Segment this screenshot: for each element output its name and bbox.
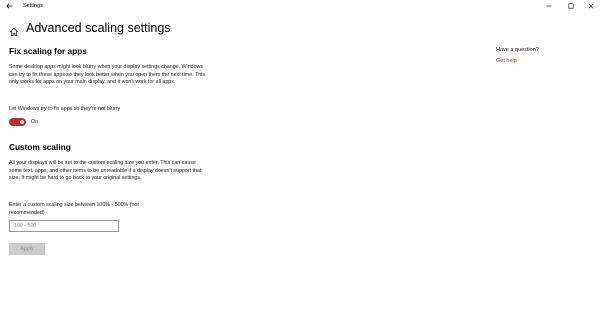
home-button[interactable] xyxy=(9,24,19,36)
arrow-left-icon xyxy=(5,3,12,9)
home-icon xyxy=(9,28,19,36)
apply-button[interactable]: Apply xyxy=(9,243,45,255)
settings-window: Settings Advanced scaling settings Fix s… xyxy=(0,0,600,322)
minimize-button[interactable] xyxy=(540,0,558,12)
close-icon xyxy=(588,3,594,9)
toggle-state-text: On xyxy=(31,119,39,125)
custom-scaling-description: All your displays will be set to the cus… xyxy=(9,160,202,182)
app-title: Settings xyxy=(23,3,43,9)
help-question: Have a question? xyxy=(496,47,539,53)
maximize-button[interactable] xyxy=(562,0,580,12)
toggle-knob xyxy=(19,119,25,125)
minimize-icon xyxy=(546,5,552,7)
close-button[interactable] xyxy=(582,0,600,12)
custom-scaling-heading: Custom scaling xyxy=(9,142,71,152)
fix-blurry-toggle[interactable] xyxy=(9,118,26,126)
fix-scaling-description: Some desktop apps might look blurry when… xyxy=(9,64,205,86)
custom-scaling-input-label: Enter a custom scaling size between 100%… xyxy=(9,202,139,216)
fix-blurry-toggle-label: Let Windows try to fix apps so they're n… xyxy=(9,106,121,112)
fix-scaling-heading: Fix scaling for apps xyxy=(9,46,87,56)
page-title: Advanced scaling settings xyxy=(26,21,171,35)
back-button[interactable] xyxy=(3,0,15,12)
get-help-link[interactable]: Get help xyxy=(496,57,517,65)
custom-scaling-input[interactable] xyxy=(9,220,119,232)
maximize-icon xyxy=(568,3,574,9)
title-bar: Settings xyxy=(0,0,600,12)
